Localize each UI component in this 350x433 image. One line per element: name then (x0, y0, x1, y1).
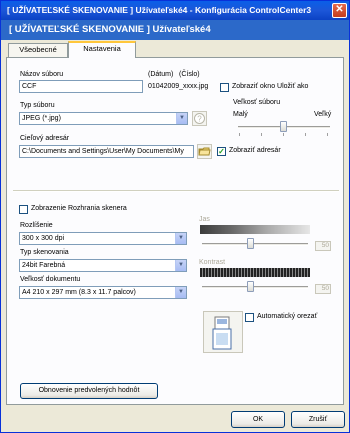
brightness-slider-track[interactable] (202, 243, 308, 246)
scan-type-select[interactable]: 24bit Farebná ▼ (19, 259, 187, 272)
document-crop-icon (212, 316, 232, 350)
doc-size-value: A4 210 x 297 mm (8.3 x 11.7 palcov) (22, 289, 136, 296)
dialog-window: [ UŽÍVATEĽSKÉ SKENOVANIE ] Užívateľské4 … (0, 0, 350, 433)
scan-type-value: 24bit Farebná (22, 262, 66, 269)
doc-size-label: Veľkosť dokumentu (20, 276, 81, 283)
contrast-pattern (200, 268, 310, 277)
file-name-example: 01042009_xxxx.jpg (148, 83, 209, 90)
title-bar[interactable]: [ UŽÍVATEĽSKÉ SKENOVANIE ] Užívateľské4 … (1, 1, 349, 20)
file-size-small-label: Malý (233, 111, 248, 118)
tab-general-label: Všeobecné (19, 45, 57, 54)
chevron-down-icon: ▼ (175, 287, 186, 298)
auto-crop-label: Automatický orezať (257, 313, 318, 320)
brightness-label: Jas (199, 216, 210, 223)
number-label: (Číslo) (179, 71, 200, 78)
settings-panel: Názov súboru (Dátum) (Číslo) CCF 0104200… (6, 57, 344, 405)
auto-crop-checkbox[interactable] (245, 313, 254, 322)
file-name-input[interactable]: CCF (19, 80, 143, 93)
tab-general[interactable]: Všeobecné (8, 43, 68, 57)
window-title: [ UŽÍVATEĽSKÉ SKENOVANIE ] Užívateľské4 … (7, 5, 312, 15)
chevron-down-icon: ▼ (176, 113, 187, 124)
destination-input[interactable]: C:\Documents and Settings\User\My Docume… (19, 145, 194, 158)
dialog-header: [ UŽÍVATEĽSKÉ SKENOVANIE ] Užívateľské4 (1, 20, 349, 40)
scanner-ui-label: Zobrazenie Rozhrania skenera (31, 205, 127, 212)
contrast-slider-thumb[interactable] (247, 281, 254, 292)
resolution-label: Rozlíšenie (20, 222, 53, 229)
file-size-slider-thumb[interactable] (280, 121, 287, 132)
close-icon: ✕ (335, 4, 344, 15)
header-title: [ UŽÍVATEĽSKÉ SKENOVANIE ] Užívateľské4 (9, 24, 211, 35)
auto-crop-preview (203, 311, 243, 353)
chevron-down-icon: ▼ (175, 260, 186, 271)
resolution-select[interactable]: 300 x 300 dpi ▼ (19, 232, 187, 245)
destination-label: Cieľový adresár (20, 135, 70, 142)
show-folder-label: Zobraziť adresár (229, 147, 281, 154)
brightness-value-box[interactable]: 50 (315, 241, 331, 251)
file-size-label: Veľkosť súboru (233, 99, 281, 106)
file-type-select[interactable]: JPEG (*.jpg) ▼ (19, 112, 188, 125)
save-as-window-checkbox[interactable] (220, 83, 229, 92)
file-type-options-button[interactable]: ? (192, 111, 207, 126)
show-folder-checkbox[interactable]: ✓ (217, 147, 226, 156)
close-button[interactable]: ✕ (332, 3, 347, 18)
file-type-label: Typ súboru (20, 102, 55, 109)
chevron-down-icon: ▼ (175, 233, 186, 244)
cancel-button[interactable]: Zrušiť (291, 411, 345, 428)
ok-button[interactable]: OK (231, 411, 285, 428)
tab-settings[interactable]: Nastavenia (68, 41, 136, 58)
question-icon: ? (194, 113, 205, 124)
date-label: (Dátum) (148, 71, 174, 78)
restore-defaults-button[interactable]: Obnovenie predvolených hodnôt (20, 383, 158, 399)
svg-text:?: ? (197, 115, 202, 124)
contrast-value-box[interactable]: 50 (315, 284, 331, 294)
file-name-label: Názov súboru (20, 71, 64, 78)
brightness-gradient (200, 225, 310, 234)
file-type-value: JPEG (*.jpg) (22, 115, 61, 122)
doc-size-select[interactable]: A4 210 x 297 mm (8.3 x 11.7 palcov) ▼ (19, 286, 187, 299)
tab-settings-label: Nastavenia (83, 44, 121, 53)
resolution-value: 300 x 300 dpi (22, 235, 65, 242)
divider (13, 190, 339, 192)
brightness-slider-thumb[interactable] (247, 238, 254, 249)
browse-folder-button[interactable] (197, 144, 212, 159)
save-as-window-label: Zobraziť okno Uložiť ako (232, 83, 309, 90)
file-size-large-label: Veľký (314, 111, 332, 118)
contrast-label: Kontrast (199, 259, 226, 266)
scan-type-label: Typ skenovania (20, 249, 69, 256)
scanner-ui-checkbox[interactable] (19, 205, 28, 214)
folder-icon (198, 147, 211, 156)
contrast-slider-track[interactable] (202, 286, 308, 289)
